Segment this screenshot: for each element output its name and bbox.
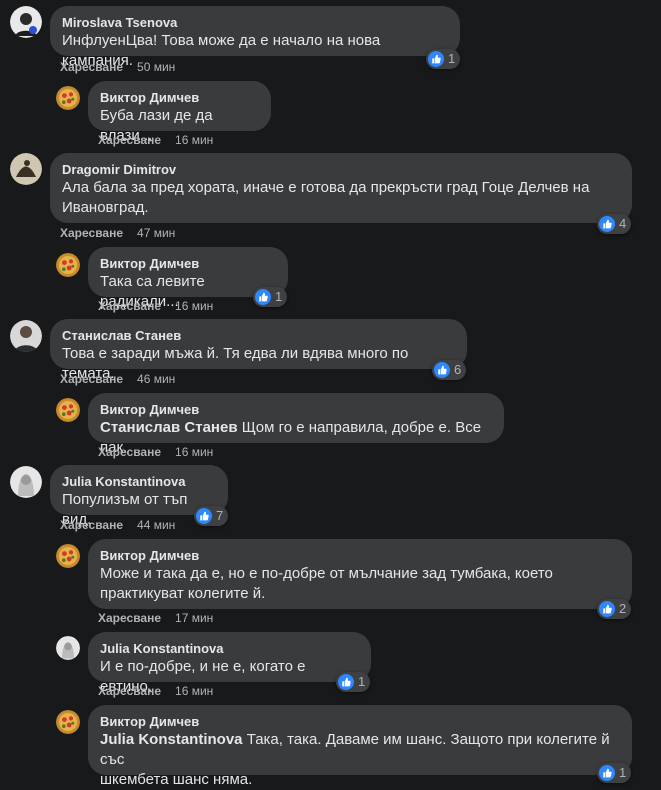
commenter-name[interactable]: Виктор Димчев [100, 547, 620, 564]
comment-actions: Харесване 44 мин [60, 518, 175, 532]
avatar[interactable] [56, 253, 80, 277]
timestamp[interactable]: 46 мин [137, 372, 175, 386]
like-button[interactable]: Харесване [98, 299, 161, 313]
reaction-count[interactable]: 1 [253, 287, 288, 307]
comment-bubble: Виктор Димчев Julia Konstantinova Така, … [88, 705, 632, 788]
comment-actions: Харесване 17 мин [98, 611, 213, 625]
avatar[interactable] [56, 398, 80, 422]
comment-bubble: Виктор Димчев Станислав Станев Щом го е … [88, 393, 504, 456]
like-button[interactable]: Харесване [98, 684, 161, 698]
timestamp[interactable]: 16 мин [175, 445, 213, 459]
like-button[interactable]: Харесване [60, 372, 123, 386]
commenter-name[interactable]: Dragomir Dimitrov [62, 161, 620, 178]
comment-actions: Харесване 16 мин [98, 445, 213, 459]
timestamp[interactable]: 44 мин [137, 518, 175, 532]
comment-bubble: Dragomir Dimitrov Ала бала за пред хорат… [50, 153, 632, 223]
timestamp[interactable]: 16 мин [175, 299, 213, 313]
commenter-name[interactable]: Julia Konstantinova [100, 640, 359, 657]
like-button[interactable]: Харесване [60, 518, 123, 532]
timestamp[interactable]: 16 мин [175, 684, 213, 698]
like-reaction-icon [434, 362, 450, 378]
timestamp[interactable]: 17 мин [175, 611, 213, 625]
comment-text: Може и така да е, но е по-добре от мълча… [100, 565, 553, 582]
reaction-count[interactable]: 1 [336, 672, 371, 692]
comment-bubble: Станислав Станев Това е заради мъжа й. Т… [50, 319, 467, 382]
commenter-name[interactable]: Miroslava Tsenova [62, 14, 448, 31]
timestamp[interactable]: 47 мин [137, 226, 175, 240]
like-reaction-icon [428, 51, 444, 67]
comment-actions: Харесване 16 мин [98, 133, 213, 147]
timestamp[interactable]: 50 мин [137, 60, 175, 74]
reaction-count[interactable]: 1 [597, 763, 632, 783]
like-reaction-icon [599, 765, 615, 781]
commenter-name[interactable]: Julia Konstantinova [62, 473, 216, 490]
like-reaction-icon [338, 674, 354, 690]
comment-actions: Харесване 47 мин [60, 226, 175, 240]
like-reaction-icon [599, 601, 615, 617]
comment-text: практикуват колегите й. [100, 585, 266, 602]
mentioned-user-link[interactable]: Julia Konstantinova [100, 731, 243, 748]
comment-text: Ивановград. [62, 199, 149, 216]
comment-actions: Харесване 46 мин [60, 372, 175, 386]
reaction-count[interactable]: 1 [426, 49, 461, 69]
mentioned-user-link[interactable]: Станислав Станев [100, 419, 238, 436]
like-reaction-icon [255, 289, 271, 305]
avatar[interactable] [10, 6, 42, 38]
like-button[interactable]: Харесване [60, 226, 123, 240]
avatar[interactable] [10, 320, 42, 352]
commenter-name[interactable]: Виктор Димчев [100, 401, 492, 418]
comment-actions: Харесване 16 мин [98, 299, 213, 313]
comment-actions: Харесване 16 мин [98, 684, 213, 698]
avatar[interactable] [56, 86, 80, 110]
reaction-count[interactable]: 7 [194, 506, 229, 526]
avatar[interactable] [10, 153, 42, 185]
commenter-name[interactable]: Виктор Димчев [100, 89, 259, 106]
like-button[interactable]: Харесване [60, 60, 123, 74]
comment-bubble: Виктор Димчев Буба лази де да влази... [88, 81, 271, 144]
avatar[interactable] [10, 466, 42, 498]
avatar[interactable] [56, 636, 80, 660]
reaction-count[interactable]: 2 [597, 599, 632, 619]
comment-text: Ала бала за пред хората, иначе е готова … [62, 179, 590, 196]
timestamp[interactable]: 16 мин [175, 133, 213, 147]
like-button[interactable]: Харесване [98, 611, 161, 625]
reaction-count[interactable]: 4 [597, 214, 632, 234]
comment-bubble: Julia Konstantinova И е по-добре, и не е… [88, 632, 371, 695]
commenter-name[interactable]: Виктор Димчев [100, 255, 276, 272]
like-reaction-icon [599, 216, 615, 232]
comment-text: Julia Konstantinova Така, така. Даваме и… [100, 731, 610, 768]
comment-bubble: Виктор Димчев Може и така да е, но е по-… [88, 539, 632, 609]
avatar[interactable] [56, 710, 80, 734]
like-button[interactable]: Харесване [98, 445, 161, 459]
like-button[interactable]: Харесване [98, 133, 161, 147]
comment-bubble: Miroslava Tsenova ИнфлуенЦва! Това може … [50, 6, 460, 69]
commenter-name[interactable]: Виктор Димчев [100, 713, 620, 730]
comment-actions: Харесване 50 мин [60, 60, 175, 74]
avatar[interactable] [56, 544, 80, 568]
commenter-name[interactable]: Станислав Станев [62, 327, 455, 344]
reaction-count[interactable]: 6 [432, 360, 467, 380]
like-reaction-icon [196, 508, 212, 524]
comment-text: шкембета шанс няма. [100, 771, 253, 788]
